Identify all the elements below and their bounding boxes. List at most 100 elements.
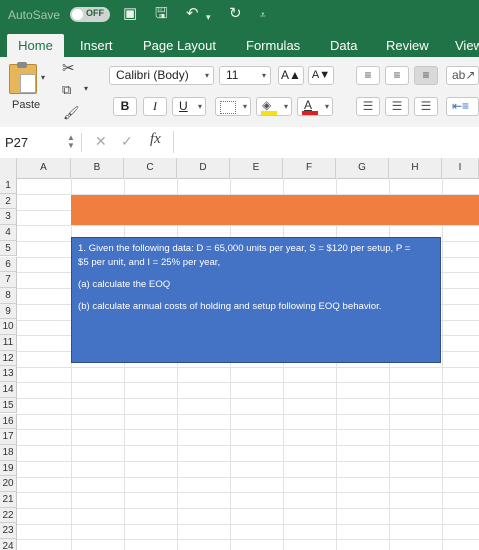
customize-icon[interactable]: ⩡ [260, 7, 266, 25]
row-header-6[interactable]: 6 [0, 256, 17, 273]
increase-font-button[interactable]: A▲ [278, 66, 304, 85]
borders-icon [220, 101, 236, 114]
gridline [17, 477, 479, 478]
row-header-9[interactable]: 9 [0, 303, 17, 320]
row-header-10[interactable]: 10 [0, 319, 17, 335]
column-header-g[interactable]: G [336, 158, 389, 178]
row-header-8[interactable]: 8 [0, 287, 17, 304]
gridline [17, 524, 479, 525]
select-all-corner[interactable] [0, 158, 17, 178]
column-header-i[interactable]: I [442, 158, 479, 178]
decrease-font-button[interactable]: A▼ [308, 66, 334, 85]
column-header-e[interactable]: E [230, 158, 283, 178]
paste-label[interactable]: Paste [12, 99, 40, 111]
tab-home[interactable]: Home [7, 34, 64, 57]
column-header-c[interactable]: C [124, 158, 177, 178]
align-top-button[interactable]: ≡ [356, 66, 380, 85]
chevron-down-icon: ▾ [204, 71, 209, 80]
column-header-b[interactable]: B [71, 158, 124, 178]
paste-icon[interactable] [9, 62, 37, 94]
borders-button[interactable]: ▾ [215, 97, 251, 116]
gridline [442, 178, 443, 550]
confirm-icon[interactable]: ✓ [121, 133, 133, 150]
column-header-d[interactable]: D [177, 158, 230, 178]
tab-data[interactable]: Data [330, 36, 357, 57]
tab-view[interactable]: View [455, 36, 479, 57]
align-bottom-button[interactable]: ≡ [414, 66, 438, 85]
column-header-h[interactable]: H [389, 158, 442, 178]
font-name-select[interactable]: Calibri (Body) ▾ [109, 66, 214, 85]
row-header-21[interactable]: 21 [0, 492, 17, 508]
row-header-12[interactable]: 12 [0, 350, 17, 367]
fill-color-button[interactable]: ◈ ▾ [256, 97, 292, 116]
font-size-select[interactable]: 11 ▾ [219, 66, 271, 85]
row-header-2[interactable]: 2 [0, 193, 17, 210]
row-header-20[interactable]: 20 [0, 476, 17, 492]
row-header-14[interactable]: 14 [0, 382, 17, 398]
row-header-1[interactable]: 1 [0, 178, 17, 194]
italic-button[interactable]: I [143, 97, 167, 116]
autosave-toggle[interactable]: OFF [70, 7, 110, 22]
column-header-f[interactable]: F [283, 158, 336, 178]
fill-color-swatch [261, 111, 277, 115]
tab-insert[interactable]: Insert [80, 36, 113, 57]
orange-header-shape[interactable] [71, 195, 479, 225]
question-text-box[interactable]: 1. Given the following data: D = 65,000 … [71, 237, 441, 363]
row-header-22[interactable]: 22 [0, 507, 17, 524]
bold-button[interactable]: B [113, 97, 137, 116]
column-header-a[interactable]: A [17, 158, 71, 178]
align-right-button[interactable]: ☰ [414, 97, 438, 116]
redo-icon[interactable]: ↻ [229, 5, 242, 23]
align-center-button[interactable]: ☰ [385, 97, 409, 116]
paste-dropdown-icon[interactable]: ▾ [41, 73, 45, 82]
row-header-4[interactable]: 4 [0, 225, 17, 241]
autosave-state: OFF [86, 8, 104, 18]
row-header-23[interactable]: 23 [0, 523, 17, 540]
question-part-b: (b) calculate annual costs of holding an… [78, 301, 382, 312]
row-header-24[interactable]: 24 [0, 539, 17, 550]
decrease-indent-button[interactable]: ⇤≡ [446, 97, 479, 116]
tab-formulas[interactable]: Formulas [246, 36, 300, 57]
tab-page-layout[interactable]: Page Layout [143, 36, 216, 57]
cut-icon[interactable]: ✂ [62, 59, 75, 77]
align-right-icon: ☰ [420, 99, 432, 113]
row-header-17[interactable]: 17 [0, 429, 17, 445]
gridline [283, 178, 284, 550]
save-icon[interactable]: 🖫 [155, 5, 168, 23]
row-header-16[interactable]: 16 [0, 413, 17, 430]
formula-bar: P27 ▲ ▼ ✕ ✓ fx [0, 127, 479, 159]
gridline [17, 429, 479, 430]
gridline [17, 492, 479, 493]
row-header-7[interactable]: 7 [0, 272, 17, 288]
underline-button[interactable]: U ▾ [172, 97, 206, 116]
orientation-button[interactable]: ab↗ [446, 66, 479, 85]
copy-icon[interactable]: ⧉ [62, 82, 71, 98]
gridline [17, 398, 479, 399]
row-header-15[interactable]: 15 [0, 397, 17, 414]
font-color-button[interactable]: A ▾ [297, 97, 333, 116]
font-color-swatch [302, 111, 318, 115]
insert-function-icon[interactable]: fx [150, 131, 161, 148]
row-header-11[interactable]: 11 [0, 335, 17, 351]
align-middle-icon: ≡ [393, 68, 401, 82]
name-box-stepper-icon[interactable]: ▲ ▼ [67, 134, 75, 150]
align-top-icon: ≡ [364, 68, 372, 82]
autosave-label: AutoSave [8, 8, 61, 22]
format-painter-icon[interactable]: 🖌 [63, 105, 80, 121]
row-header-13[interactable]: 13 [0, 366, 17, 383]
row-header-18[interactable]: 18 [0, 444, 17, 461]
tab-review[interactable]: Review [386, 36, 429, 57]
align-left-button[interactable]: ☰ [356, 97, 380, 116]
undo-dropdown-icon[interactable]: ▾ [206, 8, 211, 26]
copy-dropdown-icon[interactable]: ▾ [84, 84, 88, 93]
align-middle-button[interactable]: ≡ [385, 66, 409, 85]
undo-icon[interactable]: ↶ [186, 5, 199, 23]
row-header-5[interactable]: 5 [0, 240, 17, 257]
row-header-3[interactable]: 3 [0, 209, 17, 226]
sidebar-icon[interactable]: ▣ [123, 5, 137, 23]
row-header-19[interactable]: 19 [0, 460, 17, 477]
cancel-icon[interactable]: ✕ [95, 133, 107, 150]
gridline [177, 178, 178, 550]
gridline [124, 178, 125, 550]
gridline [17, 414, 479, 415]
